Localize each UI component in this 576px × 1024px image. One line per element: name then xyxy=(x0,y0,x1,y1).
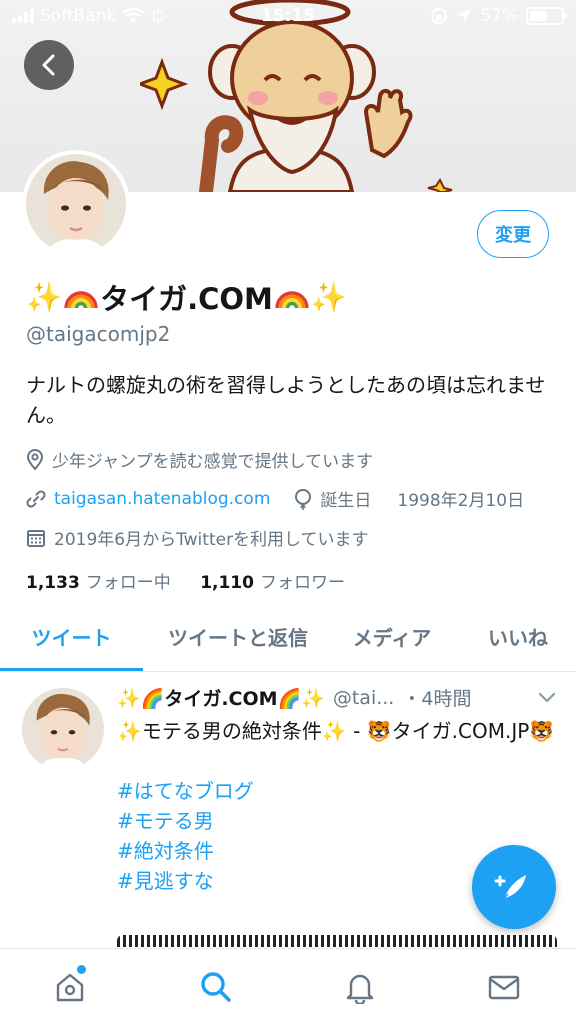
following-count: 1,133 xyxy=(26,573,80,593)
location-arrow-icon xyxy=(457,9,472,23)
profile-display-name: ✨ タイガ.COM ✨ xyxy=(26,276,347,318)
avatar-image xyxy=(26,154,126,254)
nav-messages[interactable] xyxy=(484,967,524,1007)
nav-search[interactable] xyxy=(196,967,236,1007)
tab-likes[interactable]: いいね xyxy=(470,608,566,671)
followers-label: フォロワー xyxy=(259,573,345,593)
tweet-author-name[interactable]: ✨🌈タイガ.COM🌈✨ xyxy=(117,684,325,711)
chevron-left-icon xyxy=(42,54,55,76)
tweet-header: ✨🌈タイガ.COM🌈✨ @tai... ・4時間 xyxy=(117,684,557,711)
orientation-lock-icon xyxy=(431,8,448,24)
calendar-icon xyxy=(27,529,45,547)
location-pin-icon xyxy=(26,448,44,471)
nav-notifications[interactable] xyxy=(340,967,380,1007)
following-link[interactable]: 1,133 フォロー中 xyxy=(26,573,176,593)
followers-count: 1,110 xyxy=(200,573,254,593)
hashtag-link[interactable]: #モテる男 xyxy=(117,806,557,836)
status-right: 57% xyxy=(430,6,567,26)
battery-icon xyxy=(526,7,567,25)
profile-avatar[interactable] xyxy=(22,150,130,258)
edit-profile-button[interactable]: 変更 xyxy=(477,210,549,258)
tweet-author-avatar[interactable] xyxy=(22,688,104,770)
profile-handle: @taigacomjp2 xyxy=(26,322,171,346)
following-label: フォロー中 xyxy=(85,573,171,593)
tab-media[interactable]: メディア xyxy=(334,608,450,671)
back-button[interactable] xyxy=(24,40,74,90)
sparkles-emoji: ✨ xyxy=(26,279,63,314)
display-name-text: タイガ.COM xyxy=(100,282,273,316)
website-link[interactable]: taigasan.hatenablog.com xyxy=(54,489,270,509)
tweet-spacer xyxy=(117,746,557,776)
chevron-down-icon[interactable] xyxy=(537,691,557,705)
search-icon xyxy=(201,972,231,1002)
tweet-author-handle: @tai... xyxy=(332,686,395,709)
rainbow-emoji xyxy=(64,291,98,309)
new-content-dot xyxy=(77,965,86,974)
profile-location: 少年ジャンプを読む感覚で提供しています xyxy=(26,447,373,472)
active-tab-indicator xyxy=(0,668,143,671)
tab-tweets[interactable]: ツイート xyxy=(0,608,143,671)
sparkles-emoji: ✨ xyxy=(310,279,348,314)
tweet-media-preview[interactable] xyxy=(117,935,557,947)
profile-tabs: ツイート ツイートと返信 メディア いいね xyxy=(0,608,576,672)
profile-bio: ナルトの螺旋丸の術を習得しようとしたあの頃は忘れません。 xyxy=(26,373,546,427)
mail-icon xyxy=(488,975,520,1000)
location-text: 少年ジャンプを読む感覚で提供しています xyxy=(52,452,374,472)
nav-home[interactable] xyxy=(50,965,90,1007)
bell-icon xyxy=(346,974,374,1004)
tweet-timestamp: ・4時間 xyxy=(402,688,472,710)
compose-tweet-button[interactable] xyxy=(472,845,556,929)
status-bar: SoftBank 15:15 57% xyxy=(0,0,576,34)
birthday-date: 1998年2月10日 xyxy=(397,491,525,511)
tweet-text-line: ✨モテる男の絶対条件✨ - 🐯タイガ.COM.JP🐯 xyxy=(117,719,555,743)
balloon-icon xyxy=(295,488,312,510)
followers-link[interactable]: 1,110 フォロワー xyxy=(200,573,345,593)
hashtag-link[interactable]: #はてなブログ xyxy=(117,776,557,806)
birthday-label: 誕生日 xyxy=(320,491,372,511)
battery-percent: 57% xyxy=(480,6,518,26)
follow-stats: 1,133 フォロー中 1,110 フォロワー xyxy=(26,568,345,593)
home-icon xyxy=(56,973,84,1002)
link-icon xyxy=(26,489,46,508)
battery-fill xyxy=(530,11,548,21)
compose-tweet-icon xyxy=(494,875,526,900)
bottom-navigation xyxy=(0,948,576,1024)
profile-website-row: taigasan.hatenablog.com 誕生日 1998年2月10日 xyxy=(26,486,524,511)
joined-text: 2019年6月からTwitterを利用しています xyxy=(54,530,369,550)
profile-joined-date: 2019年6月からTwitterを利用しています xyxy=(26,525,369,550)
tab-tweets-and-replies[interactable]: ツイートと返信 xyxy=(150,608,326,671)
rainbow-emoji xyxy=(275,291,309,309)
profile-birthday: 誕生日 1998年2月10日 xyxy=(294,486,524,511)
